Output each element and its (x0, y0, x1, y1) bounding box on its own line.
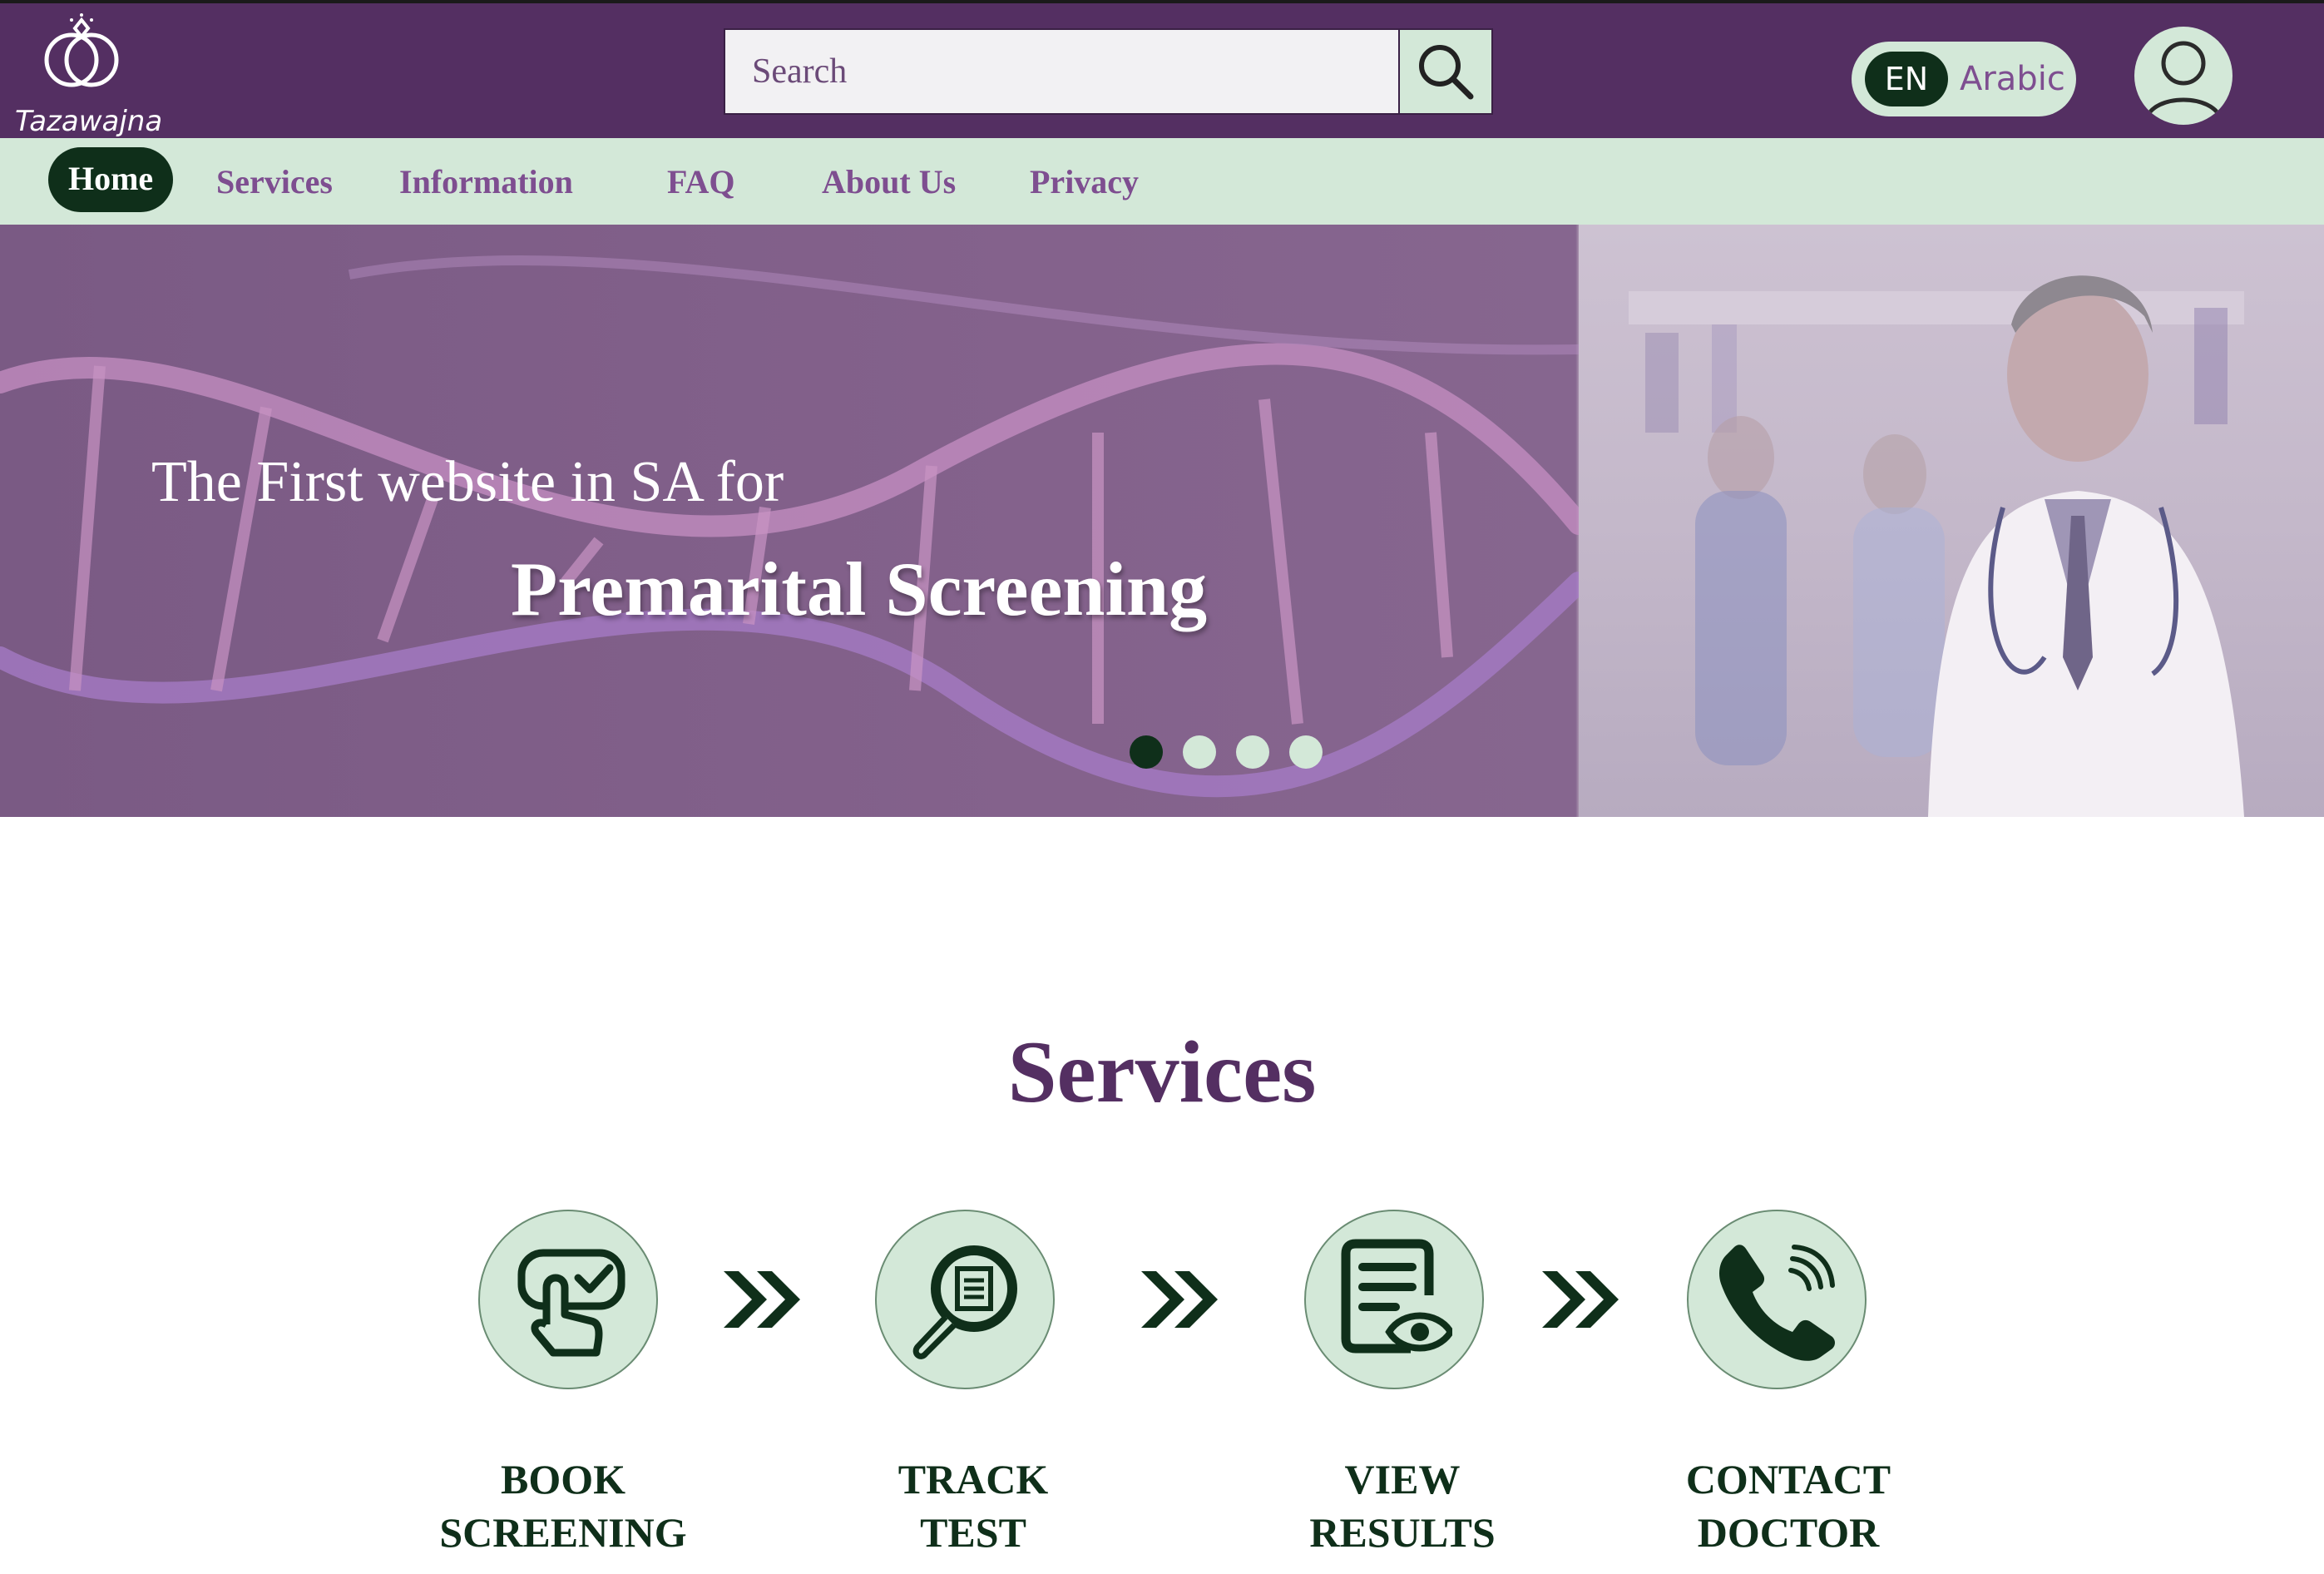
user-avatar[interactable] (2134, 27, 2233, 125)
nav-about-us[interactable]: About Us (822, 153, 956, 220)
hero-subtitle: The First website in SA for (151, 450, 784, 514)
service-label-track-test: TRACK TEST (897, 1456, 1049, 1556)
language-toggle[interactable]: EN Arabic (1852, 42, 2076, 116)
search-input[interactable] (725, 30, 1398, 113)
nav-privacy[interactable]: Privacy (1030, 153, 1139, 220)
logo[interactable]: Tazawajna (15, 12, 163, 138)
touch-check-icon (517, 1249, 626, 1357)
carousel-dot-3[interactable] (1236, 735, 1269, 769)
carousel-dot-4[interactable] (1289, 735, 1323, 769)
rings-logo-icon (44, 13, 119, 87)
nav-home[interactable]: Home (48, 147, 174, 212)
doctor-photo (1579, 225, 2324, 817)
hero-banner: The First website in SA for Premarital S… (0, 225, 2324, 817)
main-nav: Home Services Information FAQ About Us P… (0, 138, 2324, 225)
document-eye-icon (1341, 1239, 1452, 1354)
service-label-book-screening: BOOK SCREENING (439, 1456, 687, 1556)
search-icon (1419, 45, 1474, 100)
service-contact-doctor[interactable] (1687, 1210, 1867, 1389)
search-bar (724, 28, 1493, 115)
top-bar: Tazawajna EN Arabic (0, 0, 2324, 138)
doctor-illustration (1629, 275, 2244, 817)
chevron-right-icon (1141, 1271, 1218, 1328)
dna-helix-illustration (0, 255, 1579, 798)
nav-services[interactable]: Services (216, 153, 333, 220)
service-book-screening[interactable] (478, 1210, 658, 1389)
carousel-dot-1[interactable] (1130, 735, 1163, 769)
chevron-right-icon (724, 1271, 800, 1328)
phone-icon (1719, 1245, 1835, 1361)
service-track-test[interactable] (875, 1210, 1055, 1389)
logo-text: Tazawajna (15, 105, 163, 138)
hero-title: Premarital Screening (511, 547, 1208, 631)
chevron-right-icon (1542, 1271, 1619, 1328)
service-label-view-results: VIEW RESULTS (1309, 1456, 1496, 1556)
language-arabic[interactable]: Arabic (1960, 60, 2065, 98)
user-icon (2144, 41, 2223, 121)
nav-information[interactable]: Information (399, 153, 573, 220)
services-heading: Services (1007, 1023, 1317, 1121)
language-en[interactable]: EN (1865, 52, 1948, 106)
nav-faq[interactable]: FAQ (667, 153, 734, 220)
magnifier-document-icon (912, 1245, 1017, 1359)
carousel-dots (1130, 735, 1323, 769)
search-button[interactable] (1398, 30, 1491, 113)
carousel-dot-2[interactable] (1183, 735, 1216, 769)
service-view-results[interactable] (1304, 1210, 1484, 1389)
service-label-contact-doctor: CONTACT DOCTOR (1685, 1456, 1891, 1556)
